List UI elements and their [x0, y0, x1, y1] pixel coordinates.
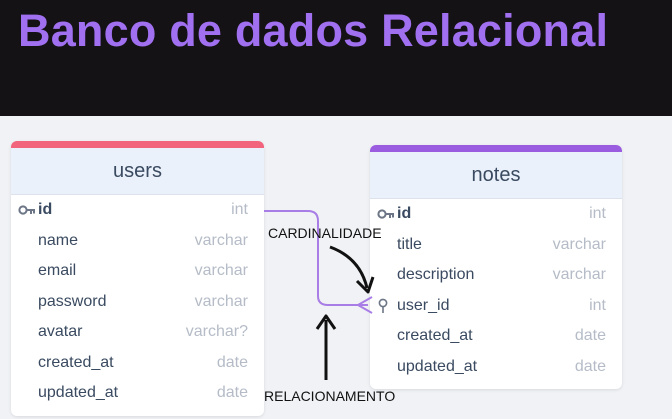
relationship-overlay: [264, 210, 375, 380]
cardinality-label: CARDINALIDADE: [268, 225, 382, 241]
relationship-label: RELACIONAMENTO: [264, 388, 396, 404]
cardinality-arrow: [329, 245, 369, 289]
